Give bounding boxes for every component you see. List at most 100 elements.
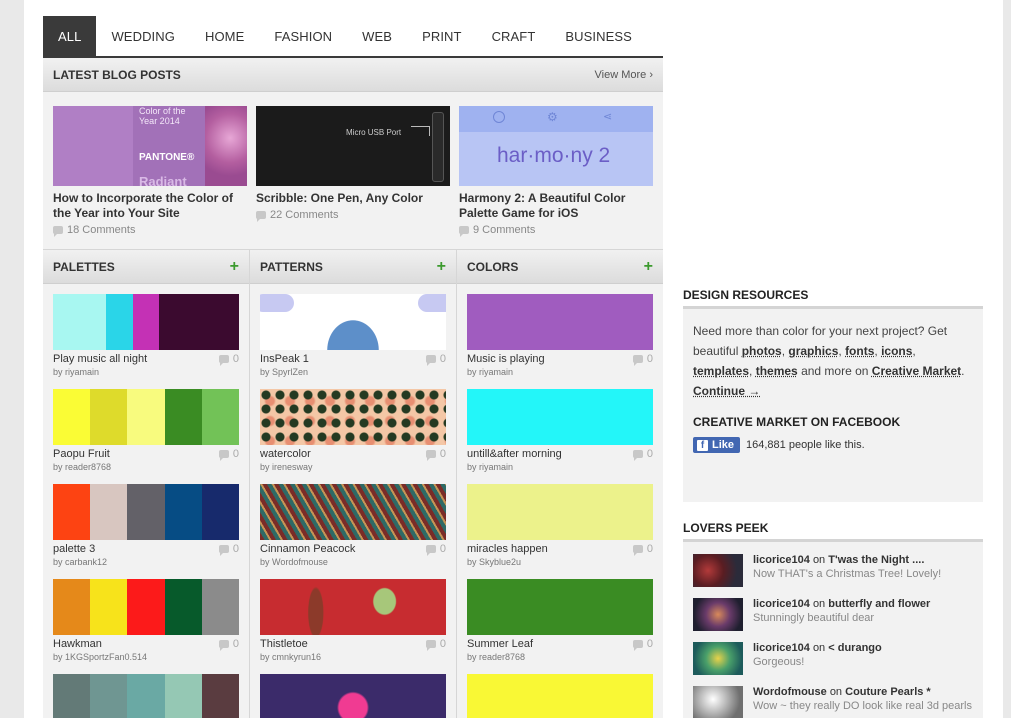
peek-target[interactable]: Couture Pearls * xyxy=(845,686,931,698)
pattern-item[interactable]: Cinnamon Peacock 0 by Wordofmouse xyxy=(260,484,446,567)
link-graphics[interactable]: graphics xyxy=(788,344,838,358)
tab-print[interactable]: PRINT xyxy=(407,16,477,56)
item-author[interactable]: by carbank12 xyxy=(53,557,239,567)
link-templates[interactable]: templates xyxy=(693,364,749,378)
palette-name[interactable]: Hawkman xyxy=(53,638,102,650)
peek-user[interactable]: Wordofmouse xyxy=(753,686,827,698)
post-title[interactable]: Harmony 2: A Beautiful Color Palette Gam… xyxy=(459,191,653,221)
color-preview[interactable] xyxy=(467,294,653,350)
link-photos[interactable]: photos xyxy=(742,344,782,358)
blog-thumb-harmony[interactable]: ⚙ ⋖ har·mo·ny 2 xyxy=(459,106,653,186)
item-author[interactable]: by reader8768 xyxy=(53,462,239,472)
blog-post[interactable]: Color of the Year 2014 PANTONE® Radiant … xyxy=(53,106,247,249)
color-name[interactable]: Music is playing xyxy=(467,353,545,365)
item-author[interactable]: by cmnkyrun16 xyxy=(260,652,446,662)
color-name[interactable]: untill&after morning xyxy=(467,448,562,460)
item-author[interactable]: by 1KGSportzFan0.514 xyxy=(53,652,239,662)
pattern-preview[interactable] xyxy=(260,579,446,635)
color-item[interactable] xyxy=(467,674,653,718)
tab-all[interactable]: ALL xyxy=(43,16,96,56)
link-icons[interactable]: icons xyxy=(881,344,912,358)
pattern-preview[interactable] xyxy=(260,674,446,718)
link-fonts[interactable]: fonts xyxy=(845,344,874,358)
tab-wedding[interactable]: WEDDING xyxy=(96,16,190,56)
color-item[interactable]: miracles happen 0 by Skyblue2u xyxy=(467,484,653,567)
color-name[interactable]: miracles happen xyxy=(467,543,548,555)
color-name[interactable]: Summer Leaf xyxy=(467,638,533,650)
view-more-link[interactable]: View More › xyxy=(595,69,653,81)
peek-thumb[interactable] xyxy=(693,686,743,718)
palette-preview[interactable] xyxy=(53,389,239,445)
pattern-item[interactable]: InsPeak 1 0 by SpyrlZen xyxy=(260,294,446,377)
peek-entry[interactable]: Wordofmouse on Couture Pearls * Wow ~ th… xyxy=(693,686,973,718)
pattern-name[interactable]: watercolor xyxy=(260,448,311,460)
pattern-item[interactable] xyxy=(260,674,446,718)
link-themes[interactable]: themes xyxy=(756,364,798,378)
color-item[interactable]: untill&after morning 0 by riyamain xyxy=(467,389,653,472)
peek-thumb[interactable] xyxy=(693,642,743,675)
peek-target[interactable]: T'was the Night .... xyxy=(828,554,924,566)
peek-thumb[interactable] xyxy=(693,554,743,587)
facebook-like-button[interactable]: f Like xyxy=(693,437,740,453)
color-preview[interactable] xyxy=(467,579,653,635)
item-author[interactable]: by SpyrlZen xyxy=(260,367,446,377)
blog-thumb-scribble[interactable]: Micro USB Port xyxy=(256,106,450,186)
peek-entry[interactable]: licorice104 on < durango Gorgeous! xyxy=(693,642,973,675)
add-palette-button[interactable]: + xyxy=(230,258,239,276)
color-item[interactable]: Music is playing 0 by riyamain xyxy=(467,294,653,377)
palette-item[interactable]: palette 3 0 by carbank12 xyxy=(53,484,239,567)
tab-web[interactable]: WEB xyxy=(347,16,407,56)
color-preview[interactable] xyxy=(467,674,653,718)
color-preview[interactable] xyxy=(467,484,653,540)
palette-preview[interactable] xyxy=(53,294,239,350)
peek-user[interactable]: licorice104 xyxy=(753,642,810,654)
palette-preview[interactable] xyxy=(53,579,239,635)
link-creative-market[interactable]: Creative Market xyxy=(872,364,961,378)
item-author[interactable]: by Skyblue2u xyxy=(467,557,653,567)
palette-item[interactable]: Hawkman 0 by 1KGSportzFan0.514 xyxy=(53,579,239,662)
pattern-preview[interactable] xyxy=(260,389,446,445)
item-author[interactable]: by riyamain xyxy=(467,462,653,472)
palette-preview[interactable] xyxy=(53,484,239,540)
palette-item[interactable]: Play music all night 0 by riyamain xyxy=(53,294,239,377)
peek-user[interactable]: licorice104 xyxy=(753,598,810,610)
pattern-name[interactable]: Cinnamon Peacock xyxy=(260,543,355,555)
add-pattern-button[interactable]: + xyxy=(437,258,446,276)
peek-target[interactable]: < durango xyxy=(828,642,881,654)
palette-item[interactable]: Paopu Fruit 0 by reader8768 xyxy=(53,389,239,472)
pattern-name[interactable]: InsPeak 1 xyxy=(260,353,309,365)
post-title[interactable]: How to Incorporate the Color of the Year… xyxy=(53,191,247,221)
palette-preview[interactable] xyxy=(53,674,239,718)
pattern-preview[interactable] xyxy=(260,484,446,540)
item-author[interactable]: by irenesway xyxy=(260,462,446,472)
peek-entry[interactable]: licorice104 on T'was the Night .... Now … xyxy=(693,554,973,587)
color-preview[interactable] xyxy=(467,389,653,445)
palette-item[interactable] xyxy=(53,674,239,718)
post-title[interactable]: Scribble: One Pen, Any Color xyxy=(256,191,450,206)
add-color-button[interactable]: + xyxy=(644,258,653,276)
peek-target[interactable]: butterfly and flower xyxy=(828,598,930,610)
blog-post[interactable]: ⚙ ⋖ har·mo·ny 2 Harmony 2: A Beautiful C… xyxy=(459,106,653,249)
palette-name[interactable]: palette 3 xyxy=(53,543,95,555)
blog-thumb-pantone[interactable]: Color of the Year 2014 PANTONE® Radiant xyxy=(53,106,247,186)
peek-thumb[interactable] xyxy=(693,598,743,631)
peek-user[interactable]: licorice104 xyxy=(753,554,810,566)
continue-link[interactable]: Continue → xyxy=(693,384,760,398)
color-item[interactable]: Summer Leaf 0 by reader8768 xyxy=(467,579,653,662)
pattern-item[interactable]: watercolor 0 by irenesway xyxy=(260,389,446,472)
palette-name[interactable]: Play music all night xyxy=(53,353,147,365)
item-author[interactable]: by reader8768 xyxy=(467,652,653,662)
pattern-item[interactable]: Thistletoe 0 by cmnkyrun16 xyxy=(260,579,446,662)
pattern-name[interactable]: Thistletoe xyxy=(260,638,308,650)
blog-post[interactable]: Micro USB Port Scribble: One Pen, Any Co… xyxy=(256,106,450,249)
item-author[interactable]: by riyamain xyxy=(53,367,239,377)
item-author[interactable]: by riyamain xyxy=(467,367,653,377)
peek-entry[interactable]: licorice104 on butterfly and flower Stun… xyxy=(693,598,973,631)
tab-business[interactable]: BUSINESS xyxy=(550,16,647,56)
tab-fashion[interactable]: FASHION xyxy=(259,16,347,56)
pattern-preview[interactable] xyxy=(260,294,446,350)
tab-craft[interactable]: CRAFT xyxy=(477,16,551,56)
tab-home[interactable]: HOME xyxy=(190,16,259,56)
palette-name[interactable]: Paopu Fruit xyxy=(53,448,110,460)
item-author[interactable]: by Wordofmouse xyxy=(260,557,446,567)
